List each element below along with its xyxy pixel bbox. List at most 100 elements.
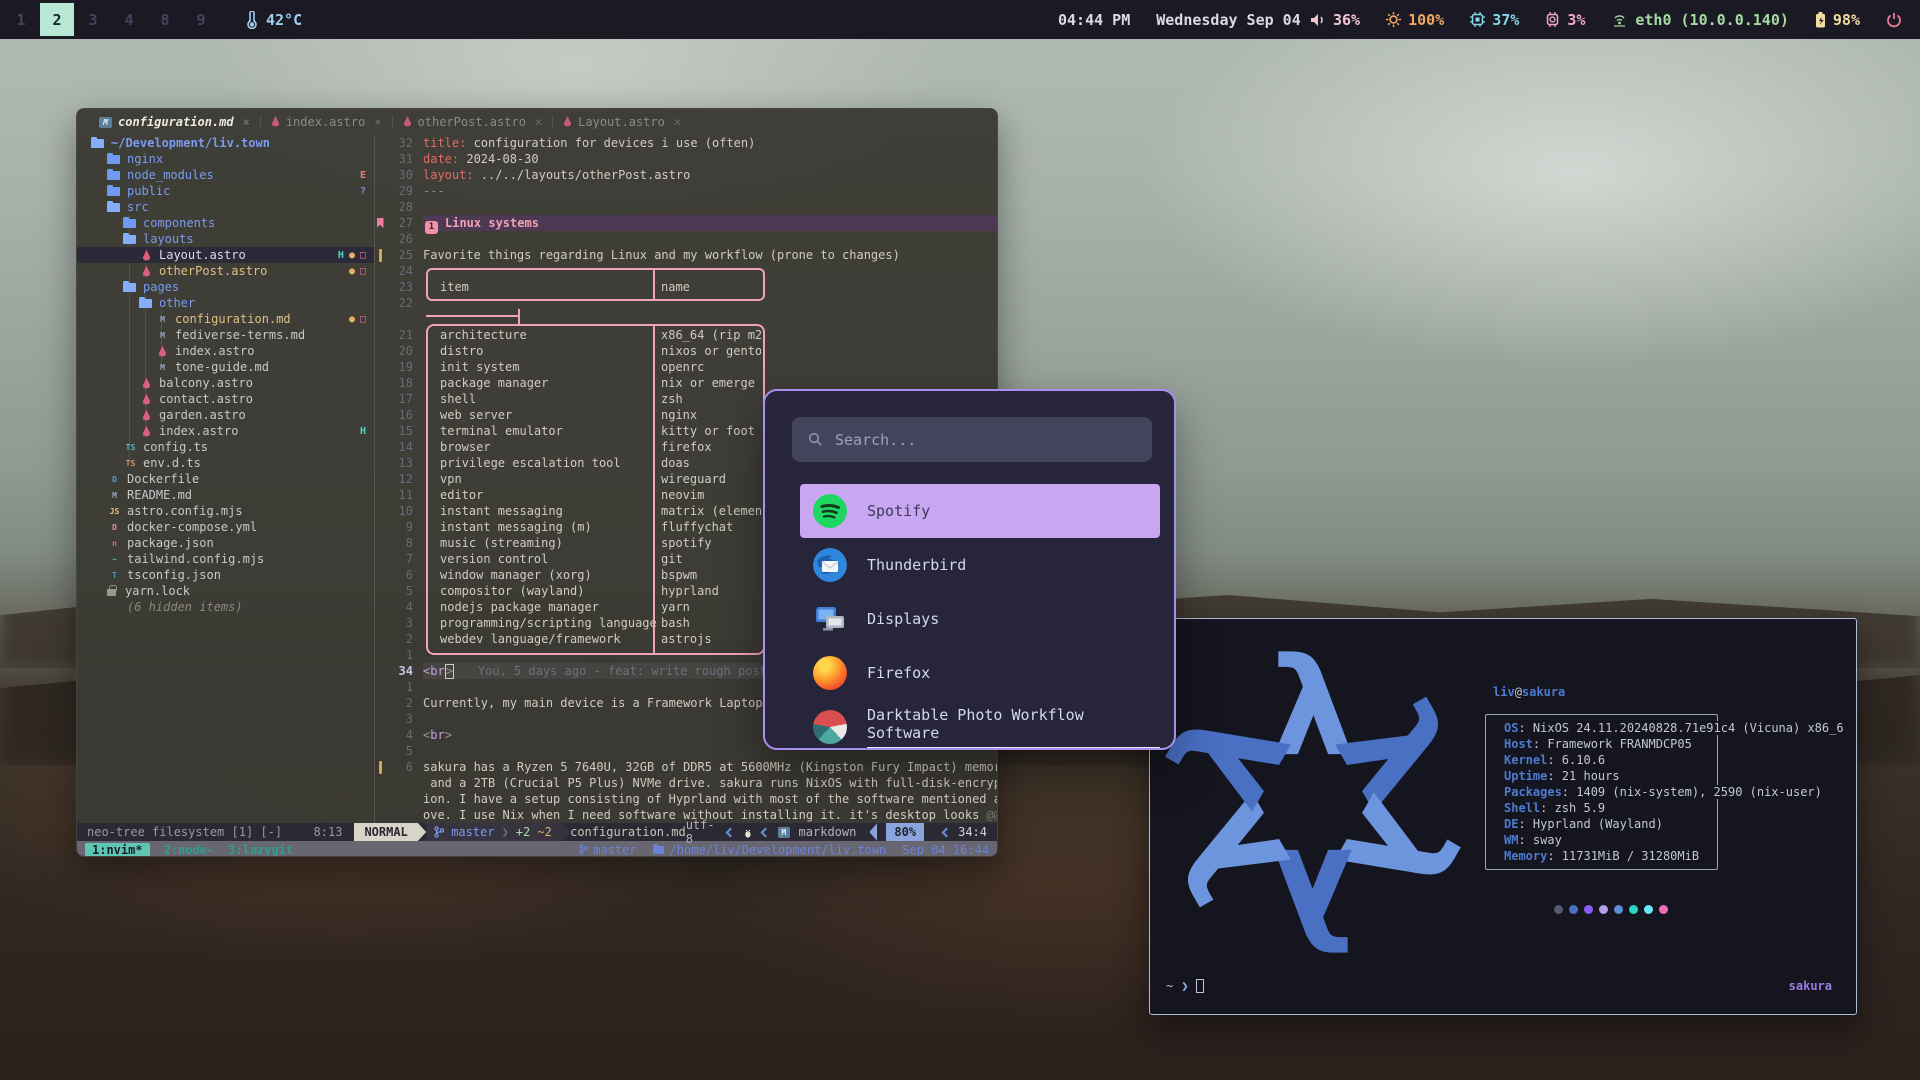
table-cell-name: nixos or gentoo [661, 343, 761, 359]
tmux-window-1:nvim*[interactable]: 1:nvim* [85, 843, 150, 857]
workspace-button-3[interactable]: 3 [76, 3, 110, 36]
launcher-entry-firefox[interactable]: Firefox [800, 646, 1160, 700]
tmux-window-2:node-[interactable]: 2:node- [164, 843, 215, 857]
tree-item-nginx[interactable]: nginx [77, 151, 374, 167]
table-cell-item: vpn [440, 471, 660, 487]
line-text: and a 2TB (Crucial P5 Plus) NVMe drive. … [423, 775, 998, 791]
tree-item-package.json[interactable]: npackage.json [77, 535, 374, 551]
line-number: 8 [385, 536, 413, 550]
tree-item-public[interactable]: public? [77, 183, 374, 199]
tree-git-marks: H [360, 423, 366, 439]
tree-item-Developmentliv.town[interactable]: ~/Development/liv.town [77, 135, 374, 151]
tree-item-index.astro[interactable]: index.astro [77, 343, 374, 359]
powerline-arrow [869, 823, 877, 841]
tab-close-icon[interactable]: × [374, 115, 381, 129]
launcher-entry-thunderbird[interactable]: Thunderbird [800, 538, 1160, 592]
git-status-segment: master ❯ +2 ~2 [426, 823, 562, 841]
fetch-at-sign: @ [1515, 685, 1522, 699]
fetch-field-label: Host [1504, 737, 1533, 751]
search-input[interactable]: Search... [792, 417, 1152, 462]
tree-item-env.d.ts[interactable]: TSenv.d.ts [77, 455, 374, 471]
table-cell-name: x86_64 (rip m2 pro) [661, 327, 761, 343]
brightness-module[interactable]: 100% [1386, 11, 1444, 29]
palette-dot [1554, 905, 1563, 914]
tree-item-nodemodules[interactable]: node_modulesE [77, 167, 374, 183]
branch-name[interactable]: master [451, 825, 494, 839]
tree-item-balcony.astro[interactable]: balcony.astro [77, 375, 374, 391]
table-cell-item: package manager [440, 375, 660, 391]
power-button[interactable] [1886, 12, 1902, 28]
gpu-module[interactable]: 3% [1545, 11, 1585, 29]
launcher-entry-spotify[interactable]: Spotify [800, 484, 1160, 538]
table-cell-item: distro [440, 343, 660, 359]
volume-module[interactable]: 36% [1310, 11, 1360, 29]
tree-item-astro.config.mjs[interactable]: JSastro.config.mjs [77, 503, 374, 519]
clock: 04:44 PM Wednesday Sep 04 [1058, 0, 1301, 39]
clock-date: Wednesday Sep 04 [1156, 11, 1301, 29]
tree-item-README.md[interactable]: MREADME.md [77, 487, 374, 503]
line-number: 24 [385, 264, 413, 278]
tab-index.astro[interactable]: index.astro× [261, 109, 392, 135]
tree-item-fediverse-terms.md[interactable]: Mfediverse-terms.md [77, 327, 374, 343]
volume-value: 36% [1333, 11, 1360, 29]
workspace-button-8[interactable]: 8 [148, 3, 182, 36]
table-cell-name: matrix (element) [661, 503, 761, 519]
tree-item-otherPost.astro[interactable]: otherPost.astro●□ [77, 263, 374, 279]
tree-item-garden.astro[interactable]: garden.astro [77, 407, 374, 423]
workspace-button-9[interactable]: 9 [184, 3, 218, 36]
tree-item-Dockerfile[interactable]: DDockerfile [77, 471, 374, 487]
workspace-button-1[interactable]: 1 [4, 3, 38, 36]
fetch-field: Packages: 1409 (nix-system), 2590 (nix-u… [1504, 784, 1847, 800]
workspace-button-2[interactable]: 2 [40, 3, 74, 36]
tree-item-layouts[interactable]: layouts [77, 231, 374, 247]
tab-configuration.md[interactable]: Mconfiguration.md× [89, 109, 260, 135]
tab-close-icon[interactable]: × [535, 115, 542, 129]
table-cell-item: init system [440, 359, 660, 375]
line-text: title: configuration for devices i use (… [423, 135, 998, 151]
buffer-line: 30layout: ../../layouts/otherPost.astro [375, 167, 998, 183]
tree-item-tsconfig.json[interactable]: Ttsconfig.json [77, 567, 374, 583]
tree-item-configuration.md[interactable]: Mconfiguration.md●□ [77, 311, 374, 327]
buffer-line: ion. I have a setup consisting of Hyprla… [375, 791, 998, 807]
line-number: 16 [385, 408, 413, 422]
tree-item-tailwind.config.mjs[interactable]: ~tailwind.config.mjs [77, 551, 374, 567]
tmux-window-3:lazygit[interactable]: 3:lazygit [228, 843, 293, 857]
buffer-line: 23itemname [375, 279, 998, 295]
tmux-status-bar: 1:nvim*2:node-3:lazygit master /home/liv… [77, 841, 998, 857]
tree-item-index.astro[interactable]: index.astroH [77, 423, 374, 439]
heading-text: Linux systems [445, 216, 539, 230]
prompt-chevron: ❯ [1181, 979, 1188, 993]
tree-item-src[interactable]: src [77, 199, 374, 215]
tree-item-yarn.lock[interactable]: yarn.lock [77, 583, 374, 599]
editor-cursor[interactable]: > [445, 664, 454, 679]
tree-item-contact.astro[interactable]: contact.astro [77, 391, 374, 407]
network-module[interactable]: eth0 (10.0.0.140) [1611, 11, 1789, 29]
tree-item-other[interactable]: other [77, 295, 374, 311]
table-cell-item: instant messaging (m) [440, 519, 660, 535]
launcher-entry-darktable[interactable]: Darktable Photo Workflow Software [800, 700, 1160, 750]
workspace-button-4[interactable]: 4 [112, 3, 146, 36]
tree-item-components[interactable]: components [77, 215, 374, 231]
tree-item-tone-guide.md[interactable]: Mtone-guide.md [77, 359, 374, 375]
tab-close-icon[interactable]: × [674, 115, 681, 129]
tab-otherPost.astro[interactable]: otherPost.astro× [393, 109, 553, 135]
shell-prompt[interactable]: ~ ❯ [1166, 979, 1204, 993]
markdown-icon: M [99, 117, 112, 128]
cpu-module[interactable]: 37% [1470, 11, 1519, 29]
launcher-entry-label: Displays [867, 610, 939, 628]
workspace-switcher: 123489 [4, 3, 218, 36]
tree-item-docker-compose.yml[interactable]: Ddocker-compose.yml [77, 519, 374, 535]
battery-module[interactable]: 98% [1815, 11, 1860, 29]
tree-item-pages[interactable]: pages [77, 279, 374, 295]
tree-item-config.ts[interactable]: TSconfig.ts [77, 439, 374, 455]
md-icon: M [155, 361, 170, 373]
fetch-field-text: Host: Framework FRANMDCP05 [1504, 737, 1695, 751]
tree-item-6hiddenitems[interactable]: (6 hidden items) [77, 599, 374, 615]
launcher-entry-displays[interactable]: Displays [800, 592, 1160, 646]
tab-Layout.astro[interactable]: Layout.astro× [553, 109, 691, 135]
terminal-cursor [1196, 979, 1204, 993]
yaml-value: 2024-08-30 [459, 152, 538, 166]
powerline-arrow [562, 823, 570, 841]
tree-item-Layout.astro[interactable]: Layout.astroH●□ [77, 247, 374, 263]
tab-close-icon[interactable]: × [243, 115, 250, 129]
